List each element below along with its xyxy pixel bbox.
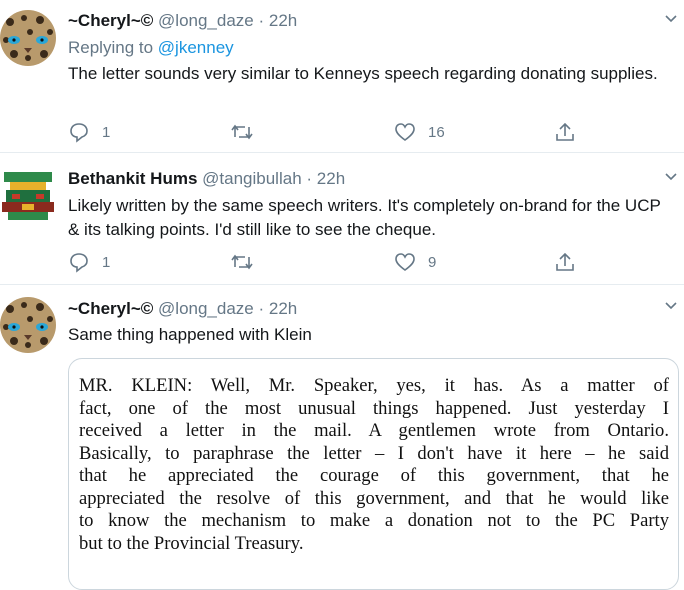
timestamp[interactable]: 22h xyxy=(317,169,345,188)
heart-icon xyxy=(395,123,415,141)
timestamp[interactable]: 22h xyxy=(269,11,297,30)
retweet-icon xyxy=(231,254,253,270)
transcript-line: Basically, to paraphrase the letter – I … xyxy=(79,442,669,464)
mention-link[interactable]: @jkenney xyxy=(158,38,234,57)
handle[interactable]: @long_daze xyxy=(158,11,254,30)
display-name[interactable]: Bethankit Hums xyxy=(68,169,197,188)
reply-icon xyxy=(70,123,88,143)
reply-button[interactable]: 1 xyxy=(68,251,110,273)
share-button[interactable] xyxy=(554,251,576,273)
leopard-avatar-icon xyxy=(0,297,56,353)
reply-count: 1 xyxy=(102,123,111,141)
display-name[interactable]: ~Cheryl~© xyxy=(68,299,153,318)
like-button[interactable]: 16 xyxy=(394,121,445,143)
replying-to: Replying to @jkenney xyxy=(68,38,234,58)
avatar-cheryl[interactable] xyxy=(0,297,56,353)
retweet-icon xyxy=(231,124,253,140)
leopard-avatar-icon xyxy=(0,10,56,66)
share-button[interactable] xyxy=(554,121,576,143)
transcript-line: appreciated the resolve of this governme… xyxy=(79,487,669,509)
share-icon xyxy=(556,252,574,271)
like-count: 16 xyxy=(428,123,445,141)
transcript-line: to know the mechanism to make a donation… xyxy=(79,510,669,531)
tweet-text: The letter sounds very similar to Kenney… xyxy=(68,64,658,83)
image-transcript-text: MR. KLEIN: Well, Mr. Speaker, yes, it ha… xyxy=(79,375,669,555)
mayan-glyph-avatar-icon xyxy=(0,168,56,224)
reply-count: 1 xyxy=(102,253,111,271)
tweet-text: Likely written by the same speech writer… xyxy=(68,196,661,239)
transcript-line: but to the Provincial Treasury. xyxy=(79,532,304,554)
tweet-text: Same thing happened with Klein xyxy=(68,325,312,344)
avatar-cheryl[interactable] xyxy=(0,10,56,66)
transcript-line: that he appreciated the courage of this … xyxy=(79,465,669,486)
retweet-button[interactable] xyxy=(230,121,266,143)
tweet-2[interactable]: Bethankit Hums @tangibullah · 22h Likely… xyxy=(0,153,684,283)
transcript-line: received a letter in the mail. A gentlem… xyxy=(79,420,669,441)
attached-image[interactable]: MR. KLEIN: Well, Mr. Speaker, yes, it ha… xyxy=(68,358,679,590)
tweet-header: ~Cheryl~© @long_daze · 22h xyxy=(68,299,297,319)
chevron-down-icon[interactable] xyxy=(664,170,678,184)
handle[interactable]: @tangibullah xyxy=(202,169,302,188)
tweet-header: ~Cheryl~© @long_daze · 22h xyxy=(68,11,297,31)
separator: · xyxy=(258,299,265,318)
heart-icon xyxy=(395,253,415,271)
tweet-1[interactable]: ~Cheryl~© @long_daze · 22h Replying to @… xyxy=(0,0,684,150)
separator: · xyxy=(258,11,265,30)
retweet-button[interactable] xyxy=(230,251,266,273)
avatar-bethankit[interactable] xyxy=(0,168,56,224)
share-icon xyxy=(556,122,574,141)
reply-button[interactable]: 1 xyxy=(68,121,110,143)
tweet-header: Bethankit Hums @tangibullah · 22h xyxy=(68,169,345,189)
reply-icon xyxy=(70,253,88,273)
chevron-down-icon[interactable] xyxy=(664,299,678,313)
separator: · xyxy=(306,169,313,188)
like-count: 9 xyxy=(428,253,437,271)
replying-prefix: Replying to xyxy=(68,38,154,57)
like-button[interactable]: 9 xyxy=(394,251,436,273)
display-name[interactable]: ~Cheryl~© xyxy=(68,11,153,30)
transcript-line: fact, one of the most unusual things hap… xyxy=(79,397,669,419)
transcript-line: MR. KLEIN: Well, Mr. Speaker, yes, it ha… xyxy=(79,375,669,396)
handle[interactable]: @long_daze xyxy=(158,299,254,318)
chevron-down-icon[interactable] xyxy=(664,12,678,26)
timestamp[interactable]: 22h xyxy=(269,299,297,318)
